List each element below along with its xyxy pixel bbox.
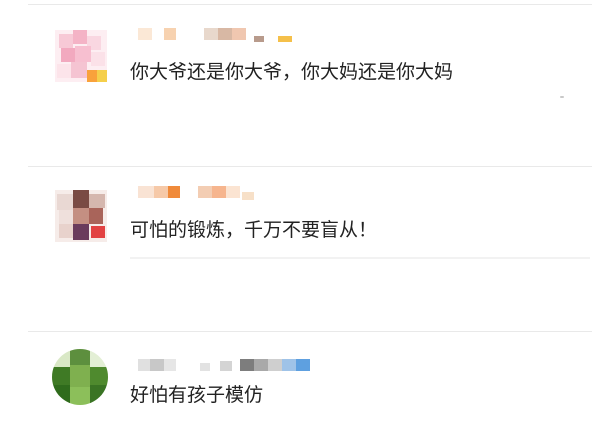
username[interactable]	[134, 186, 314, 200]
blurred-username-block	[138, 186, 154, 198]
blurred-username-block	[164, 28, 176, 40]
divider-top	[28, 4, 592, 5]
blurred-username-block	[240, 359, 254, 371]
avatar[interactable]	[55, 190, 107, 242]
blurred-username-block	[204, 28, 218, 40]
blurred-username-block	[242, 192, 254, 200]
blurred-username-block	[226, 186, 240, 198]
username[interactable]	[134, 359, 334, 373]
blurred-username-block	[282, 359, 296, 371]
avatar[interactable]	[55, 30, 107, 82]
blurred-username-block	[164, 359, 176, 371]
comment-text: 可怕的锻炼，千万不要盲从！	[130, 219, 378, 241]
blurred-username-block	[168, 186, 180, 198]
more-dot	[560, 96, 564, 98]
divider	[28, 331, 592, 332]
blurred-username	[138, 28, 152, 40]
comment-text: 你大爷还是你大爷，你大妈还是你大妈	[130, 61, 454, 83]
comment-text: 好怕有孩子模仿	[130, 384, 264, 406]
avatar[interactable]	[52, 349, 108, 405]
blurred-username-block	[278, 36, 292, 42]
blurred-username-block	[220, 361, 232, 371]
blurred-username-block	[254, 36, 264, 42]
blurred-username-block	[200, 363, 210, 371]
blurred-username-block	[154, 186, 168, 198]
avatar-icon	[52, 349, 108, 405]
divider	[28, 166, 592, 167]
blurred-username-block	[296, 359, 310, 371]
blurred-username-block	[212, 186, 226, 198]
separator-shadow	[130, 257, 590, 259]
blurred-username-block	[232, 28, 246, 40]
avatar-icon	[55, 190, 107, 242]
username[interactable]	[134, 28, 314, 42]
blurred-username-block	[268, 359, 282, 371]
blurred-username-block	[254, 359, 268, 371]
blurred-username-block	[138, 359, 150, 371]
avatar-icon	[55, 30, 107, 82]
blurred-username-block	[218, 28, 232, 40]
blurred-username-block	[198, 186, 212, 198]
blurred-username-block	[150, 359, 164, 371]
